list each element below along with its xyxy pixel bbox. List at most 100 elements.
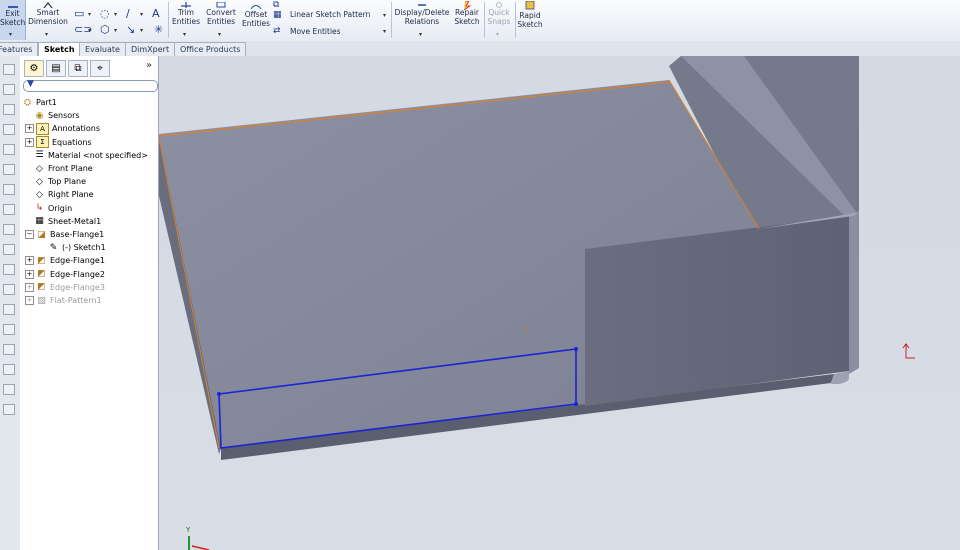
tree-node[interactable]: ◇ Front Plane	[34, 162, 93, 175]
tree-node[interactable]: ◉ Sensors	[34, 109, 80, 122]
circle-dropdown-icon[interactable]: ▾	[114, 11, 117, 18]
tool-icon[interactable]	[3, 224, 15, 235]
configuration-manager-tab-icon[interactable]: ⧉	[68, 60, 88, 77]
tree-node[interactable]: + ▧ Flat-Pattern1	[25, 294, 102, 307]
spline-icon[interactable]: ∕	[126, 8, 130, 19]
trim-dropdown-icon[interactable]: ▾	[183, 31, 186, 38]
tree-node[interactable]: ⛭ Part1	[22, 96, 57, 109]
tree-node[interactable]: ☰ Material <not specified>	[34, 149, 147, 162]
slot-dropdown-icon[interactable]: ▾	[88, 27, 91, 34]
expand-icon[interactable]: +	[25, 256, 34, 266]
tool-icon[interactable]	[3, 284, 15, 295]
tree-node[interactable]: + ◩ Edge-Flange2	[25, 268, 105, 281]
tool-icon[interactable]	[3, 244, 15, 255]
repair-sketch-button[interactable]: Repair Sketch	[452, 0, 482, 26]
exit-sketch-dropdown-icon[interactable]: ▾	[9, 31, 12, 38]
linear-sketch-pattern-label[interactable]: Linear Sketch Pattern	[290, 10, 370, 19]
linear-pattern-icon[interactable]: ▦	[273, 10, 282, 21]
trim-entities-button[interactable]: Trim Entities	[171, 1, 201, 26]
tab-dimxpert[interactable]: DimXpert	[125, 42, 176, 56]
tool-icon[interactable]	[3, 184, 15, 195]
collapse-icon[interactable]: −	[25, 230, 34, 239]
linear-pattern-dropdown-icon[interactable]: ▾	[383, 12, 386, 19]
point-icon[interactable]: ✳	[154, 24, 163, 35]
tool-icon[interactable]	[3, 64, 15, 75]
tool-icon[interactable]	[3, 144, 15, 155]
tool-icon[interactable]	[3, 324, 15, 335]
tool-icon[interactable]	[3, 164, 15, 175]
expand-icon[interactable]: +	[25, 269, 34, 279]
sketch-point[interactable]	[574, 347, 578, 351]
tool-icon[interactable]	[3, 304, 15, 315]
tab-features[interactable]: Features	[0, 42, 39, 56]
move-entities-icon[interactable]: ⇄	[273, 26, 281, 37]
tree-node-label: (-) Sketch1	[62, 243, 106, 253]
tree-node-label: Front Plane	[48, 164, 93, 173]
plane-icon: ◇	[36, 189, 43, 200]
property-manager-tab-icon[interactable]: ▤	[46, 60, 66, 77]
smart-dimension-dropdown-icon[interactable]: ▾	[45, 31, 48, 38]
polygon-icon[interactable]: ⬡	[100, 24, 110, 35]
view-orientation-triad-icon	[188, 536, 210, 550]
tool-icon[interactable]	[3, 264, 15, 275]
tree-node[interactable]: ▦ Sheet-Metal1	[34, 215, 101, 228]
tool-icon[interactable]	[3, 84, 15, 95]
tree-node[interactable]: ✎ (-) Sketch1	[48, 241, 106, 254]
tree-node[interactable]: ◇ Top Plane	[34, 175, 86, 188]
tab-office-products[interactable]: Office Products	[174, 42, 247, 56]
expand-icon[interactable]: +	[25, 282, 34, 292]
dimxpert-manager-tab-icon[interactable]: ⌖	[90, 60, 110, 77]
polygon-dropdown-icon[interactable]: ▾	[114, 27, 117, 34]
convert-entities-button[interactable]: Convert Entities	[204, 1, 238, 26]
expand-icon[interactable]: +	[25, 296, 34, 305]
relations-dropdown-icon[interactable]: ▾	[419, 31, 422, 38]
tool-icon[interactable]	[3, 364, 15, 375]
sketch-point[interactable]	[574, 402, 578, 406]
move-dropdown-icon[interactable]: ▾	[383, 28, 386, 35]
circle-icon[interactable]: ◌	[100, 8, 110, 19]
tree-node[interactable]: + ◩ Edge-Flange1	[25, 254, 105, 267]
smart-dimension-button[interactable]: Smart Dimension	[28, 1, 68, 26]
tool-icon[interactable]	[3, 404, 15, 415]
feature-tree-filter[interactable]: ▼	[23, 79, 158, 92]
tool-icon[interactable]	[3, 204, 15, 215]
model-view: +	[159, 56, 915, 550]
rapid-sketch-button[interactable]: Rapid Sketch	[516, 0, 544, 29]
spline-dropdown-icon[interactable]: ▾	[140, 11, 143, 18]
expand-panel-icon[interactable]: »	[146, 60, 152, 71]
tool-icon[interactable]	[3, 124, 15, 135]
fillet-dropdown-icon[interactable]: ▾	[140, 27, 143, 34]
tool-icon[interactable]	[3, 104, 15, 115]
tree-node[interactable]: ↳ Origin	[34, 202, 72, 215]
graphics-area[interactable]: + Y 🔍 ⌕ ⟲ ▣ ▢ ▾ ◧ ▾ ◈ ▾ ● ⛭ ▾ ▤ ▾	[159, 56, 960, 550]
feature-manager-tab-icon[interactable]: ⚙	[24, 60, 44, 77]
expand-icon[interactable]: +	[25, 137, 34, 147]
tool-icon[interactable]	[3, 384, 15, 395]
offset-entities-button[interactable]: Offset Entities	[241, 3, 271, 28]
tree-node[interactable]: ◇ Right Plane	[34, 188, 94, 201]
quick-snaps-button[interactable]: Quick Snaps	[485, 1, 513, 26]
convert-dropdown-icon[interactable]: ▾	[218, 31, 221, 38]
text-icon[interactable]: A	[152, 8, 160, 19]
display-delete-relations-button[interactable]: Display/Delete Relations	[394, 1, 450, 26]
tab-sketch[interactable]: Sketch	[38, 42, 81, 57]
plane-icon: ◇	[36, 176, 43, 187]
sheet-metal-icon: ▦	[35, 216, 44, 227]
sketch-point[interactable]	[217, 392, 221, 396]
tree-node-label: Sheet-Metal1	[48, 216, 102, 226]
rectangle-dropdown-icon[interactable]: ▾	[88, 11, 91, 18]
edge-flange-right-thickness	[849, 212, 859, 374]
quick-snaps-dropdown-icon[interactable]: ▾	[496, 31, 499, 38]
exit-sketch-button[interactable]: Exit Sketch ▾	[0, 0, 26, 40]
tree-node[interactable]: + Σ Equations	[25, 136, 92, 149]
tree-node[interactable]: + ◩ Edge-Flange3	[25, 281, 105, 294]
fillet-icon[interactable]: ↘	[126, 24, 135, 35]
tool-icon[interactable]	[3, 344, 15, 355]
tab-evaluate[interactable]: Evaluate	[79, 42, 126, 56]
rectangle-icon[interactable]: ▭	[74, 8, 84, 19]
expand-icon[interactable]: +	[25, 124, 34, 134]
tree-node[interactable]: − ◪ Base-Flange1	[25, 228, 104, 241]
reference-triad-icon	[902, 343, 915, 359]
move-entities-label[interactable]: Move Entities	[290, 27, 341, 36]
tree-node[interactable]: + A Annotations	[25, 122, 100, 135]
